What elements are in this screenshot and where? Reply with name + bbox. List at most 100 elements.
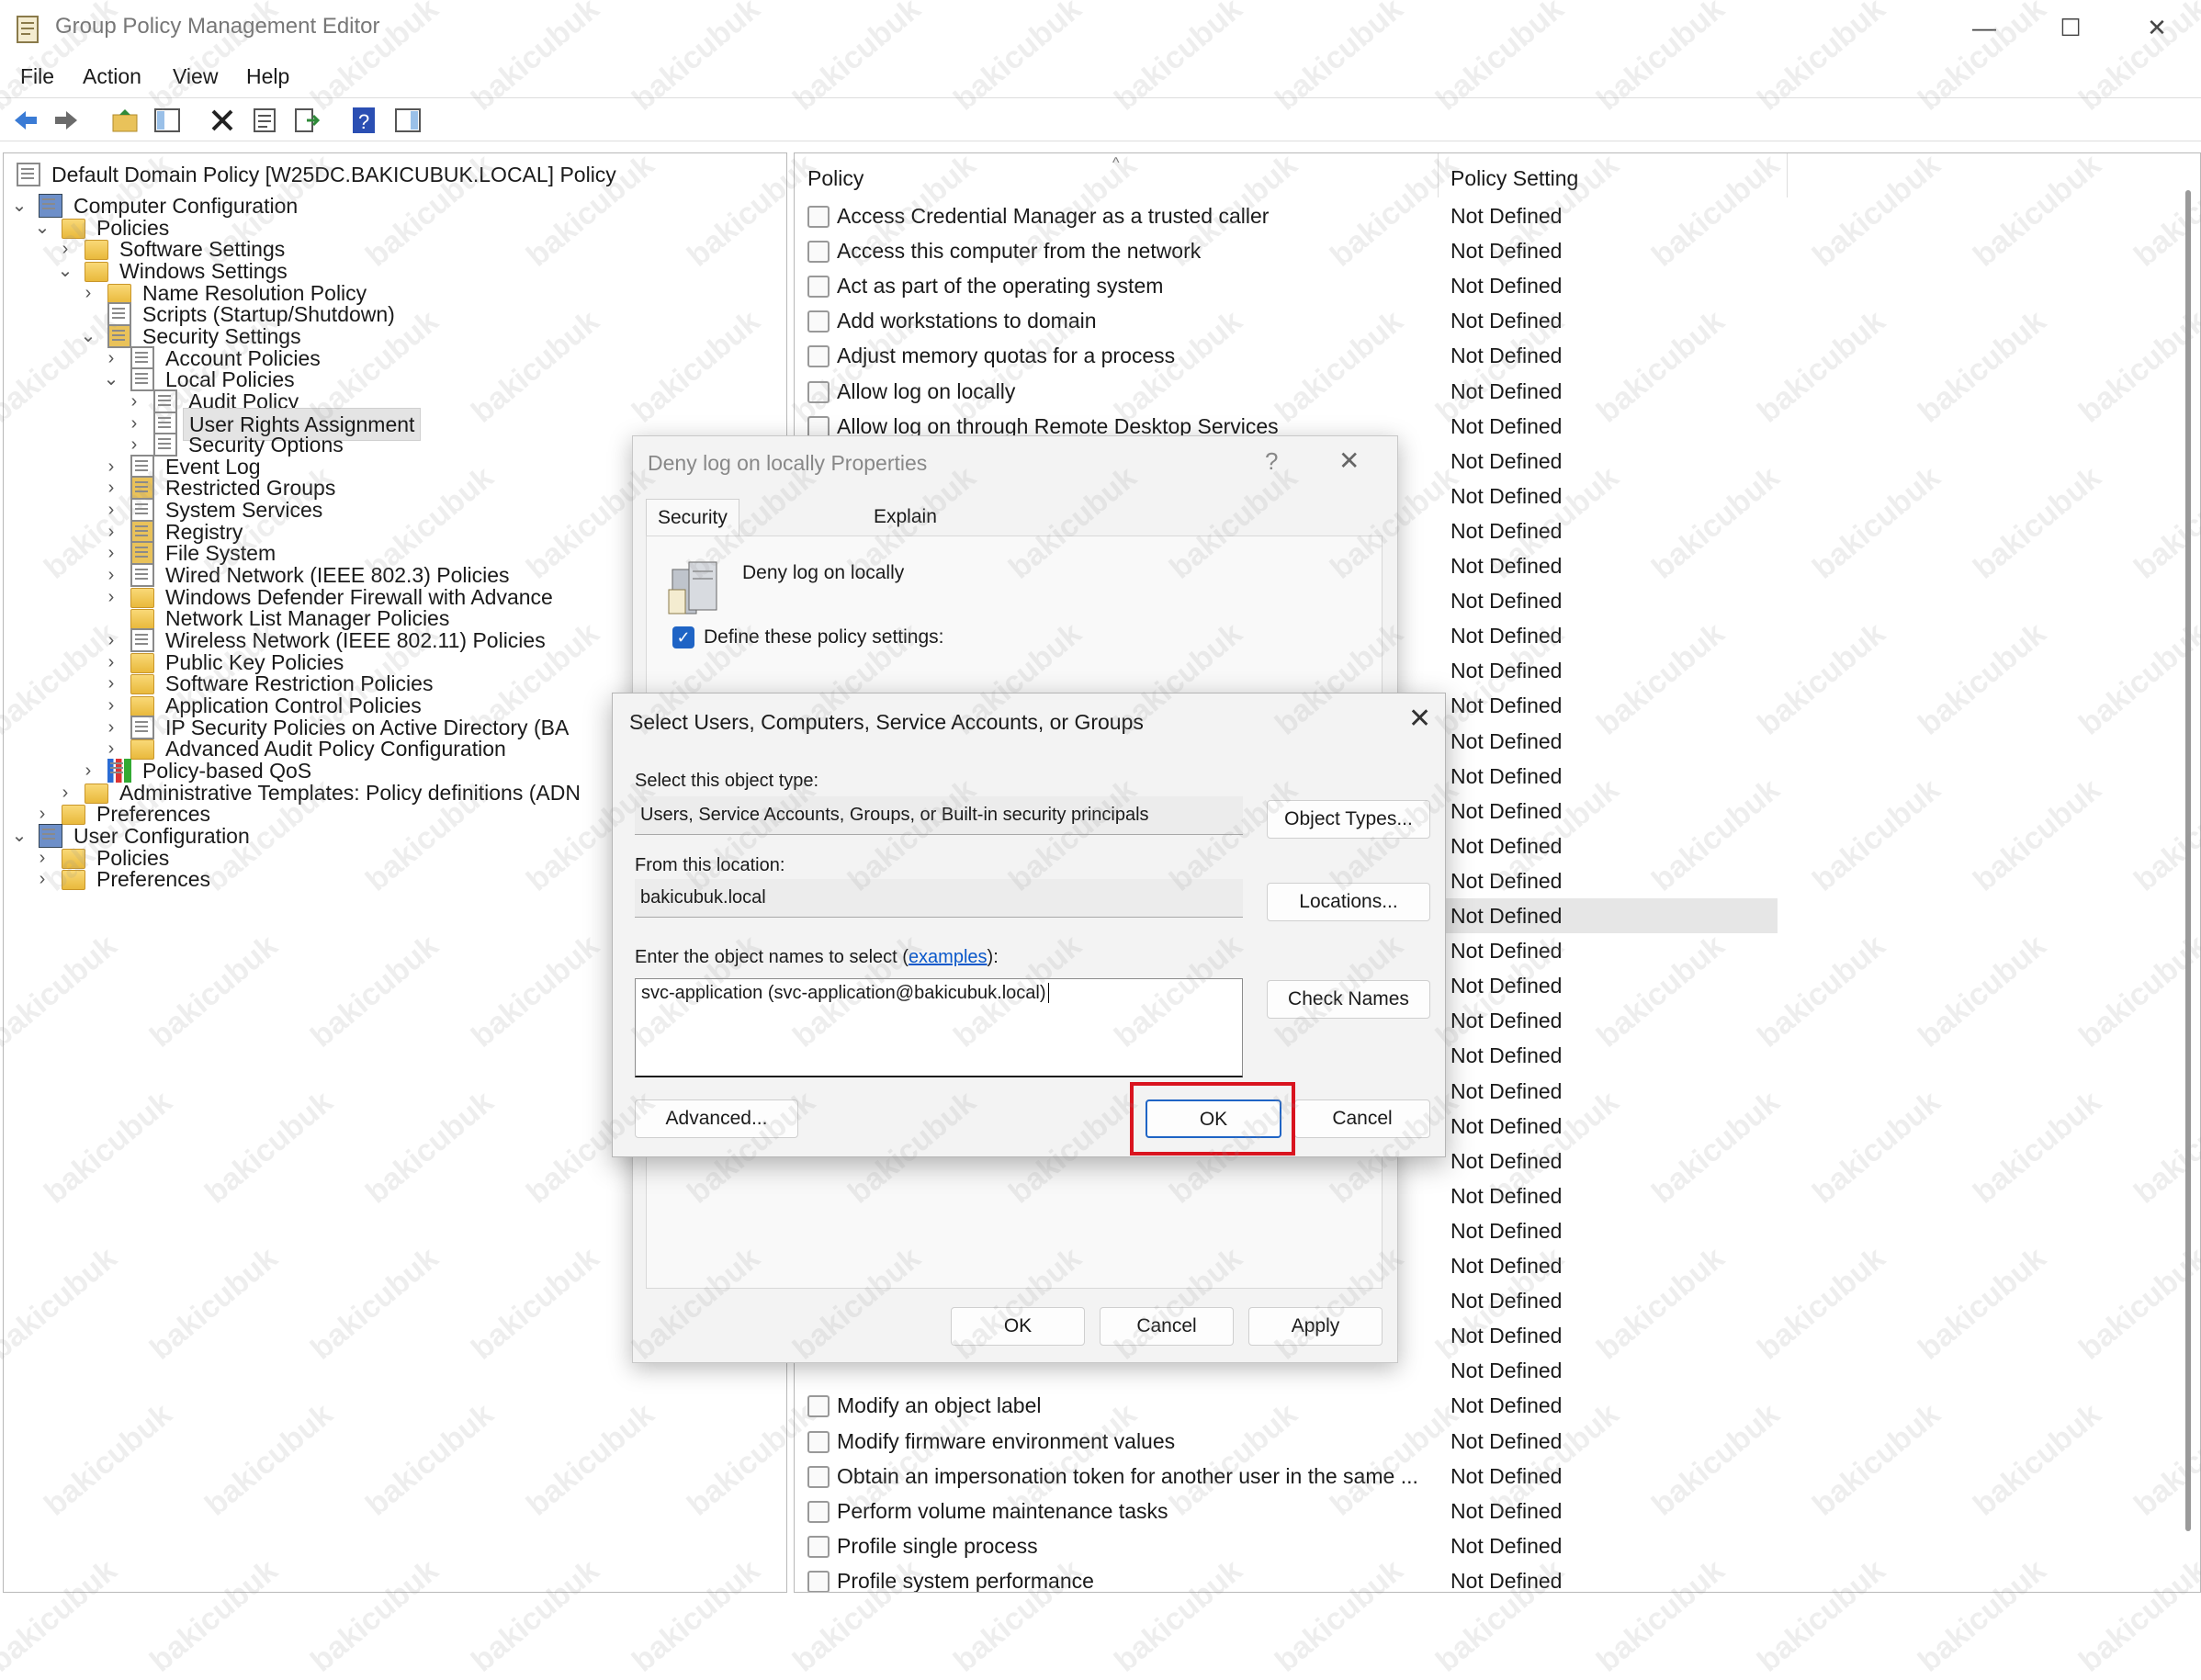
chevron-right-icon[interactable]: ›	[80, 755, 96, 786]
chevron-down-icon[interactable]: ⌄	[11, 820, 28, 851]
apply-button[interactable]: Apply	[1248, 1307, 1383, 1346]
policy-icon	[807, 345, 830, 368]
policy-setting-cell: Not Defined	[1450, 763, 1563, 788]
policy-setting-cell: Not Defined	[1450, 448, 1563, 473]
table-row[interactable]: Access this computer from the network Not…	[795, 233, 1778, 268]
policy-setting-cell: Not Defined	[1450, 659, 1563, 683]
check-names-button[interactable]: Check Names	[1267, 980, 1430, 1019]
policy-name-cell: Access Credential Manager as a trusted c…	[837, 204, 1270, 228]
chevron-right-icon[interactable]: ›	[80, 277, 96, 309]
cancel-button[interactable]: Cancel	[1100, 1307, 1234, 1346]
policy-document-icon	[107, 302, 131, 327]
security-settings-icon	[130, 541, 154, 566]
examples-link[interactable]: examples	[909, 947, 988, 967]
tab-security-policy-setting[interactable]: Security Policy Setting	[646, 499, 739, 602]
policy-setting-cell: Not Defined	[1450, 1009, 1563, 1033]
show-action-pane-icon[interactable]	[393, 106, 423, 135]
close-icon[interactable]: ✕	[1408, 703, 1431, 735]
vertical-scrollbar[interactable]	[2185, 190, 2191, 1531]
advanced-button[interactable]: Advanced...	[635, 1099, 798, 1138]
table-row[interactable]: Modify an object label Not Defined	[795, 1388, 1778, 1423]
table-row[interactable]: Access Credential Manager as a trusted c…	[795, 198, 1778, 233]
forward-arrow-icon[interactable]	[51, 106, 81, 135]
policy-name-cell: Perform volume maintenance tasks	[837, 1498, 1168, 1523]
object-type-label: Select this object type:	[635, 771, 819, 791]
policy-setting-cell: Not Defined	[1450, 904, 1563, 928]
table-row[interactable]: Modify firmware environment values Not De…	[795, 1424, 1778, 1459]
policy-setting-cell: Not Defined	[1450, 1359, 1563, 1383]
policy-setting-cell: Not Defined	[1450, 1568, 1563, 1593]
table-row[interactable]: Adjust memory quotas for a process Not De…	[795, 338, 1778, 373]
chevron-down-icon[interactable]: ⌄	[103, 364, 119, 395]
menu-file[interactable]: File	[20, 64, 54, 89]
policy-name-cell: Access this computer from the network	[837, 239, 1202, 264]
maximize-icon[interactable]: ☐	[2043, 9, 2098, 46]
chevron-down-icon[interactable]: ⌄	[80, 321, 96, 352]
table-row[interactable]: Allow log on locally Not Defined	[795, 374, 1778, 409]
table-row[interactable]: Obtain an impersonation token for anothe…	[795, 1459, 1778, 1494]
ok-button[interactable]: OK	[951, 1307, 1085, 1346]
define-policy-checkbox[interactable]: ✓	[672, 626, 694, 648]
table-row[interactable]: Profile single process Not Defined	[795, 1528, 1778, 1563]
select-users-dialog: Select Users, Computers, Service Account…	[612, 693, 1446, 1157]
menu-help[interactable]: Help	[246, 64, 289, 89]
chevron-right-icon[interactable]: ›	[103, 581, 119, 613]
policy-setting-cell: Not Defined	[1450, 589, 1563, 614]
table-row[interactable]: Act as part of the operating system Not D…	[795, 268, 1778, 303]
select-dialog-title: Select Users, Computers, Service Account…	[629, 710, 1144, 734]
folder-icon	[130, 695, 154, 716]
policy-icon	[807, 380, 830, 403]
object-types-button[interactable]: Object Types...	[1267, 800, 1430, 839]
properties-icon[interactable]	[250, 106, 279, 135]
locations-button[interactable]: Locations...	[1267, 883, 1430, 921]
close-icon[interactable]: ✕	[2129, 9, 2184, 46]
chevron-down-icon[interactable]: ⌄	[11, 190, 28, 221]
folder-icon	[62, 870, 85, 891]
policy-icon	[807, 1535, 830, 1558]
policy-setting-cell: Not Defined	[1450, 1393, 1563, 1418]
table-row[interactable]: Add workstations to domain Not Defined	[795, 303, 1778, 338]
object-names-input[interactable]: svc-application (svc-application@bakicub…	[635, 978, 1243, 1077]
show-hide-tree-icon[interactable]	[152, 106, 182, 135]
policy-setting-cell: Not Defined	[1450, 1183, 1563, 1208]
table-row[interactable]: Perform volume maintenance tasks Not Defi…	[795, 1494, 1778, 1528]
properties-dialog-title: Deny log on locally Properties	[648, 451, 928, 475]
menu-bar: File Action View Help	[0, 61, 2201, 97]
folder-icon	[130, 587, 154, 608]
policy-document-icon	[130, 715, 154, 739]
toolbar: ?	[0, 97, 2201, 141]
help-icon[interactable]: ?	[349, 106, 378, 135]
chevron-right-icon[interactable]: ›	[57, 777, 73, 808]
table-row[interactable]: Profile system performance Not Defined	[795, 1563, 1778, 1593]
policy-setting-cell: Not Defined	[1450, 728, 1563, 753]
chevron-right-icon[interactable]: ›	[34, 863, 51, 895]
export-list-icon[interactable]	[292, 106, 322, 135]
help-icon[interactable]: ?	[1265, 447, 1278, 476]
menu-action[interactable]: Action	[83, 64, 141, 89]
policy-setting-cell: Not Defined	[1450, 378, 1563, 403]
column-header-setting[interactable]: Policy Setting	[1450, 166, 1578, 191]
up-folder-icon[interactable]	[110, 106, 140, 135]
define-policy-label: Define these policy settings:	[704, 626, 944, 648]
column-header-policy[interactable]: Policy	[807, 166, 863, 191]
tab-explain[interactable]: Explain	[863, 499, 948, 536]
security-settings-icon	[130, 476, 154, 501]
location-field: bakicubuk.local	[635, 879, 1243, 918]
folder-icon	[85, 240, 108, 261]
chevron-down-icon[interactable]: ⌄	[34, 212, 51, 243]
policy-setting-cell: Not Defined	[1450, 624, 1563, 648]
minimize-icon[interactable]: —	[1957, 9, 2012, 46]
policy-setting-cell: Not Defined	[1450, 483, 1563, 508]
cancel-button[interactable]: Cancel	[1294, 1099, 1430, 1138]
policy-setting-cell: Not Defined	[1450, 693, 1563, 718]
policy-name-cell: Modify firmware environment values	[837, 1428, 1176, 1453]
policy-name-cell: Adjust memory quotas for a process	[837, 344, 1176, 368]
delete-icon[interactable]	[208, 106, 237, 135]
window-title: Group Policy Management Editor	[55, 14, 380, 39]
policy-document-icon	[153, 389, 177, 413]
chevron-down-icon[interactable]: ⌄	[57, 255, 73, 287]
close-icon[interactable]: ✕	[1338, 445, 1360, 476]
policy-setting-cell: Not Defined	[1450, 274, 1563, 299]
back-arrow-icon[interactable]	[11, 106, 40, 135]
menu-view[interactable]: View	[173, 64, 218, 89]
